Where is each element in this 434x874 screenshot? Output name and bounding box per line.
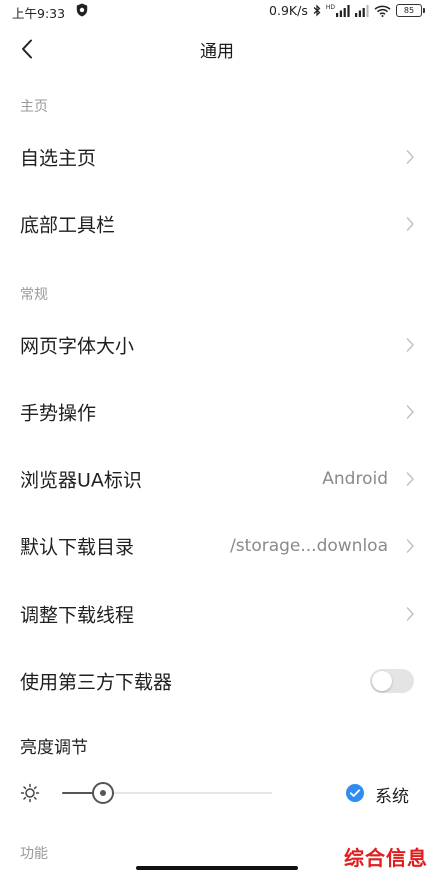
slider-thumb[interactable] <box>92 782 114 804</box>
section-header-home: 主页 <box>20 99 48 115</box>
row-label: 网页字体大小 <box>20 335 135 358</box>
home-indicator[interactable] <box>136 866 298 870</box>
title-bar: 通用 <box>0 24 434 74</box>
bluetooth-icon <box>313 4 321 17</box>
row-bottom-toolbar[interactable]: 底部工具栏 <box>0 194 434 254</box>
hd-badge: HD <box>326 4 350 17</box>
sun-icon <box>20 783 40 803</box>
check-circle-icon[interactable] <box>346 784 364 802</box>
row-gestures[interactable]: 手势操作 <box>0 382 434 442</box>
row-label: 使用第三方下载器 <box>20 671 173 694</box>
battery-icon: 85 <box>396 4 425 17</box>
section-header-function: 功能 <box>20 846 48 862</box>
row-browser-ua[interactable]: 浏览器UA标识 Android <box>0 449 434 509</box>
chevron-right-icon <box>406 405 414 419</box>
chevron-right-icon <box>406 472 414 486</box>
page-title: 通用 <box>200 42 234 62</box>
wifi-icon <box>374 5 391 17</box>
row-label: 底部工具栏 <box>20 214 116 237</box>
third-party-downloader-toggle[interactable] <box>370 669 414 693</box>
chevron-right-icon <box>406 338 414 352</box>
row-value: Android <box>322 469 388 489</box>
net-speed: 0.9K/s <box>269 3 308 18</box>
status-time: 上午9:33 <box>12 6 66 21</box>
row-custom-home[interactable]: 自选主页 <box>0 127 434 187</box>
toggle-knob <box>372 671 392 691</box>
section-header-general: 常规 <box>20 287 48 303</box>
row-label: 调整下载线程 <box>20 604 135 627</box>
row-label: 默认下载目录 <box>20 536 135 559</box>
status-right: 0.9K/s HD 85 <box>269 3 425 18</box>
watermark: 综合信息 <box>344 846 428 870</box>
chevron-right-icon <box>406 150 414 164</box>
brightness-slider[interactable] <box>62 782 272 804</box>
row-label: 手势操作 <box>20 402 97 425</box>
shield-icon <box>76 3 88 17</box>
row-download-dir[interactable]: 默认下载目录 /storage...downloa <box>0 516 434 576</box>
system-brightness-label[interactable]: 系统 <box>375 782 409 807</box>
status-bar: 上午9:33 0.9K/s HD 85 <box>0 0 434 24</box>
row-download-threads[interactable]: 调整下载线程 <box>0 584 434 644</box>
row-label: 自选主页 <box>20 147 97 170</box>
chevron-right-icon <box>406 539 414 553</box>
chevron-right-icon <box>406 607 414 621</box>
brightness-title: 亮度调节 <box>20 738 88 758</box>
row-value: /storage...downloa <box>230 536 388 556</box>
row-font-size[interactable]: 网页字体大小 <box>0 315 434 375</box>
row-label: 浏览器UA标识 <box>20 469 142 492</box>
chevron-right-icon <box>406 217 414 231</box>
cell-signal-icon <box>336 4 350 17</box>
cell-signal-2-icon <box>355 4 369 17</box>
row-third-party-downloader[interactable]: 使用第三方下载器 <box>0 651 434 711</box>
